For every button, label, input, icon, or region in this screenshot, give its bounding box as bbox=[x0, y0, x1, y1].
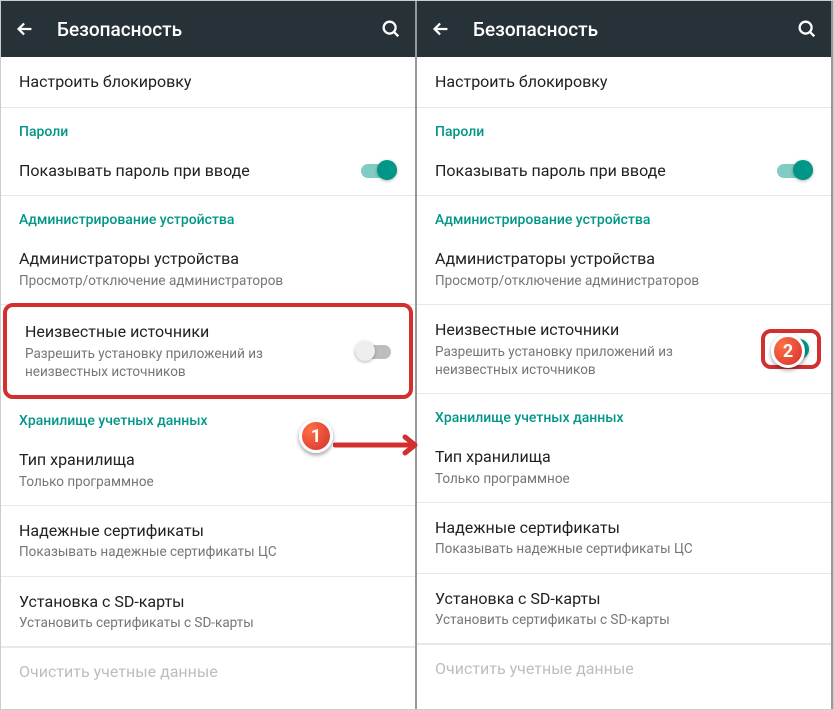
row-title: Настроить блокировку bbox=[435, 71, 813, 93]
row-configure-lock[interactable]: Настроить блокировку bbox=[1, 57, 415, 108]
row-sub: Разрешить установку приложений из неизве… bbox=[435, 343, 757, 379]
row-title: Надежные сертификаты bbox=[19, 520, 397, 542]
row-show-password[interactable]: Показывать пароль при вводе bbox=[1, 146, 415, 197]
row-sub: Только программное bbox=[19, 473, 397, 491]
row-title: Администраторы устройства bbox=[435, 248, 813, 270]
row-sd-install[interactable]: Установка с SD-карты Установить сертифик… bbox=[1, 577, 415, 648]
highlight-unknown-sources: Неизвестные источники Разрешить установк… bbox=[3, 303, 413, 399]
switch-show-password[interactable] bbox=[777, 160, 813, 180]
row-sub: Показывать надежные сертификаты ЦС bbox=[19, 543, 397, 561]
row-unknown-sources[interactable]: Неизвестные источники Разрешить установк… bbox=[7, 307, 409, 395]
row-clear-creds: Очистить учетные данные bbox=[417, 644, 831, 678]
switch-unknown-sources[interactable] bbox=[355, 341, 391, 361]
switch-show-password[interactable] bbox=[361, 160, 397, 180]
back-icon[interactable] bbox=[13, 17, 37, 41]
row-sub: Установить сертификаты с SD-карты bbox=[19, 614, 397, 632]
annotation-arrow bbox=[333, 433, 429, 461]
row-sub: Просмотр/отключение администраторов bbox=[435, 272, 813, 290]
row-device-admins[interactable]: Администраторы устройства Просмотр/отклю… bbox=[1, 234, 415, 305]
row-title: Установка с SD-карты bbox=[19, 591, 397, 613]
row-title: Показывать пароль при вводе bbox=[435, 160, 765, 182]
section-passwords: Пароли bbox=[1, 108, 415, 146]
row-sub: Только программное bbox=[435, 470, 813, 488]
row-unknown-sources[interactable]: Неизвестные источники Разрешить установк… bbox=[417, 305, 831, 394]
row-sub: Установить сертификаты с SD-карты bbox=[435, 611, 813, 629]
appbar: Безопасность bbox=[1, 1, 415, 57]
section-admin: Администрирование устройства bbox=[1, 196, 415, 234]
row-title: Установка с SD-карты bbox=[435, 588, 813, 610]
phone-left: Безопасность Настроить блокировку Пароли… bbox=[1, 1, 417, 709]
row-title: Настроить блокировку bbox=[19, 71, 397, 93]
row-configure-lock[interactable]: Настроить блокировку bbox=[417, 57, 831, 108]
appbar-title: Безопасность bbox=[473, 18, 775, 41]
row-title: Неизвестные источники bbox=[25, 321, 343, 343]
appbar-title: Безопасность bbox=[57, 18, 359, 41]
row-sd-install[interactable]: Установка с SD-карты Установить сертифик… bbox=[417, 574, 831, 645]
search-icon[interactable] bbox=[795, 17, 819, 41]
row-sub: Показывать надежные сертификаты ЦС bbox=[435, 540, 813, 558]
row-trusted-certs[interactable]: Надежные сертификаты Показывать надежные… bbox=[417, 503, 831, 574]
settings-list[interactable]: Настроить блокировку Пароли Показывать п… bbox=[1, 57, 415, 709]
annotation-badge-1: 1 bbox=[299, 419, 333, 453]
row-show-password[interactable]: Показывать пароль при вводе bbox=[417, 146, 831, 197]
row-storage-type[interactable]: Тип хранилища Только программное bbox=[417, 432, 831, 503]
annotation-badge-2: 2 bbox=[771, 334, 805, 368]
back-icon[interactable] bbox=[429, 17, 453, 41]
section-admin: Администрирование устройства bbox=[417, 196, 831, 234]
row-sub: Разрешить установку приложений из неизве… bbox=[25, 345, 343, 381]
row-title: Тип хранилища bbox=[435, 446, 813, 468]
search-icon[interactable] bbox=[379, 17, 403, 41]
row-title: Надежные сертификаты bbox=[435, 517, 813, 539]
appbar: Безопасность bbox=[417, 1, 831, 57]
row-device-admins[interactable]: Администраторы устройства Просмотр/отклю… bbox=[417, 234, 831, 305]
row-title: Показывать пароль при вводе bbox=[19, 160, 349, 182]
section-passwords: Пароли bbox=[417, 108, 831, 146]
row-title: Администраторы устройства bbox=[19, 248, 397, 270]
section-creds: Хранилище учетных данных bbox=[417, 394, 831, 432]
settings-list[interactable]: Настроить блокировку Пароли Показывать п… bbox=[417, 57, 831, 709]
row-sub: Просмотр/отключение администраторов bbox=[19, 272, 397, 290]
row-trusted-certs[interactable]: Надежные сертификаты Показывать надежные… bbox=[1, 506, 415, 577]
section-creds: Хранилище учетных данных bbox=[1, 397, 415, 435]
row-clear-creds: Очистить учетные данные bbox=[1, 647, 415, 681]
row-title: Неизвестные источники bbox=[435, 319, 757, 341]
